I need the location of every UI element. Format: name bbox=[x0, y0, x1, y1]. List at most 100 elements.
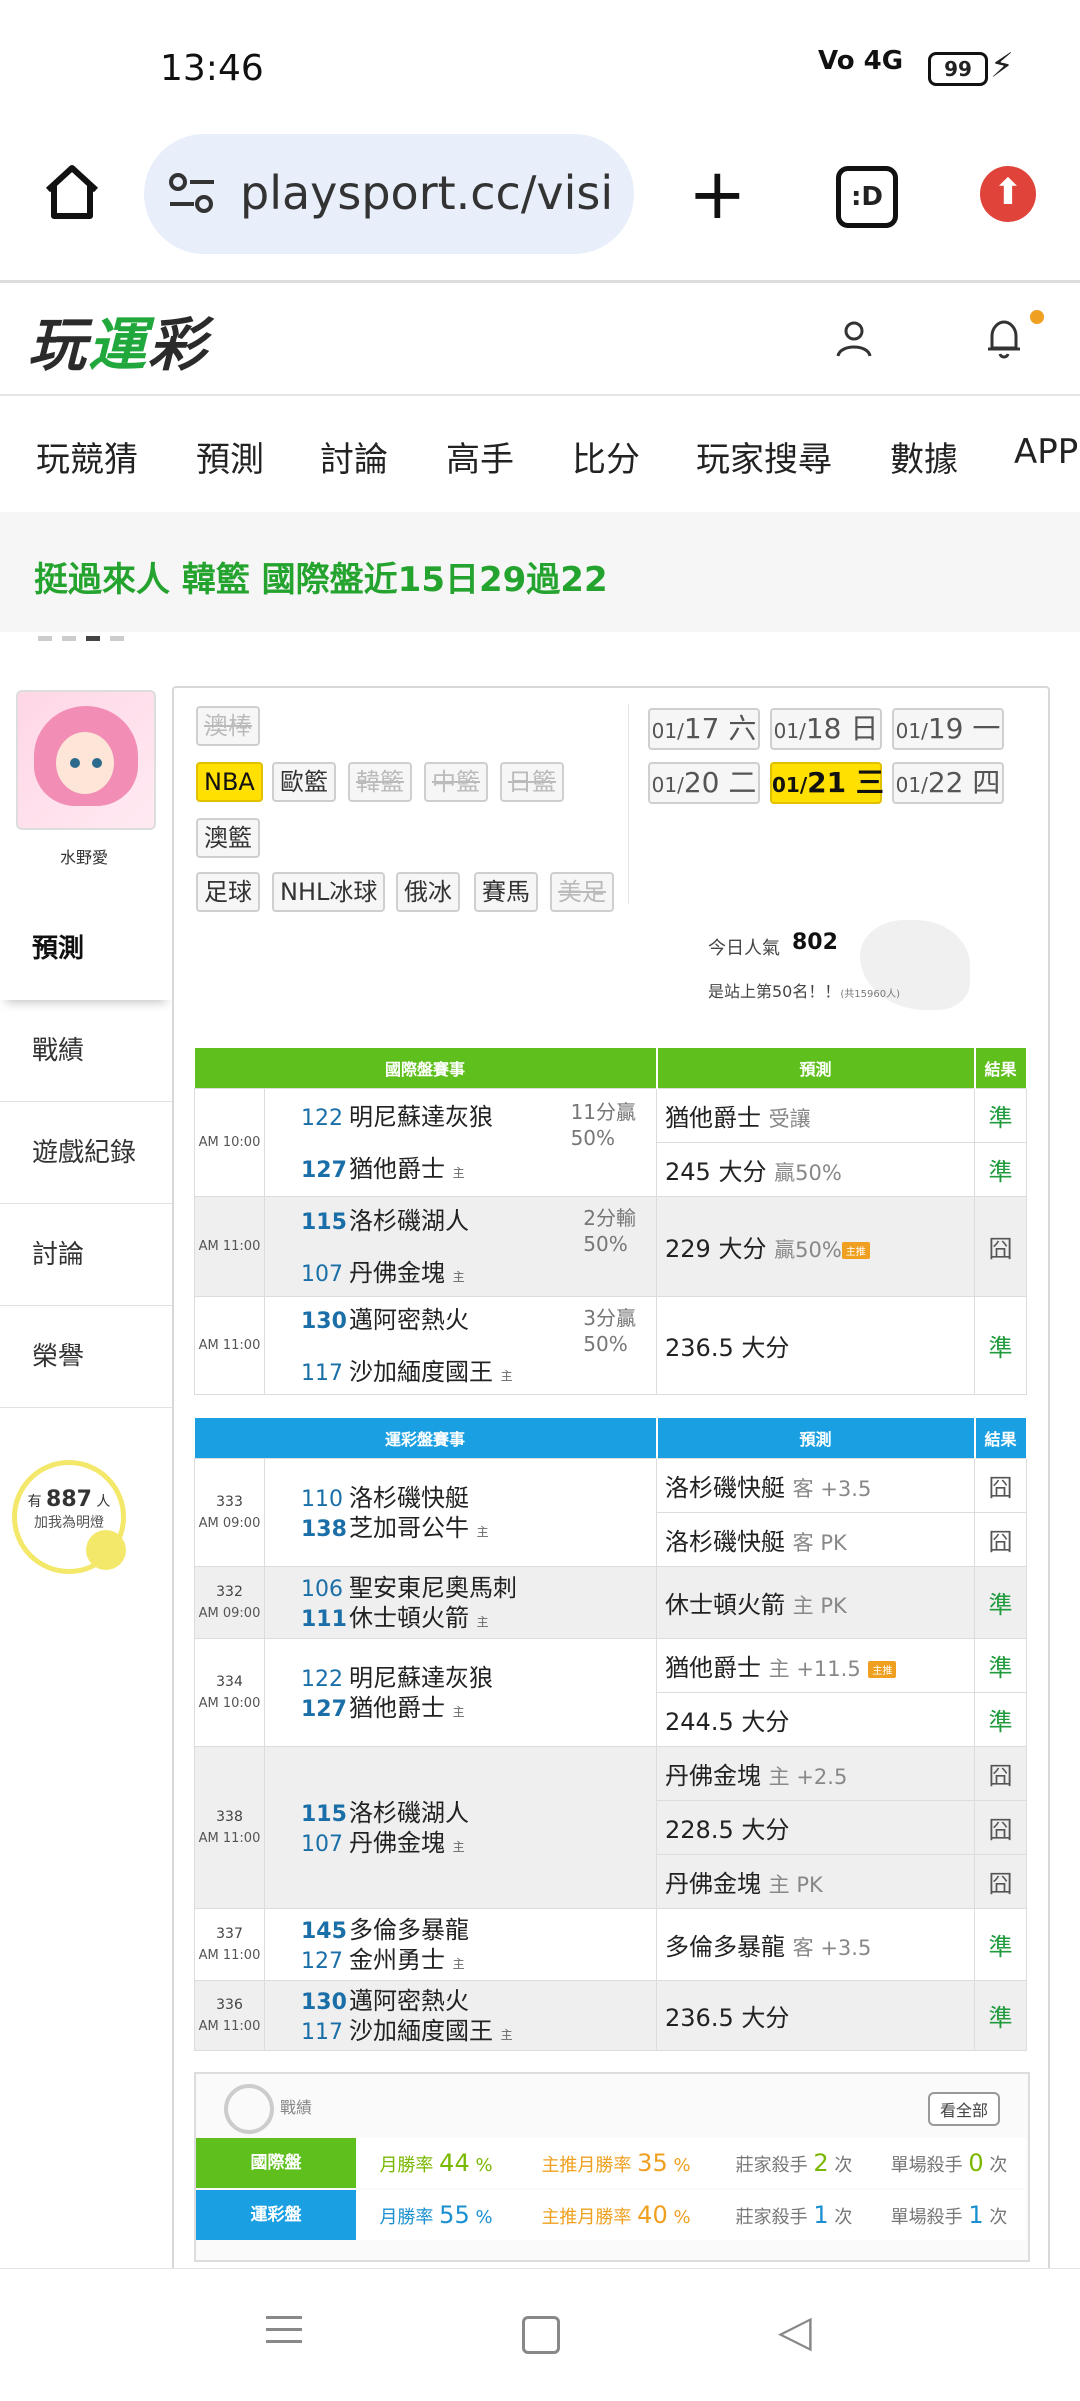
result-mark: 準 bbox=[974, 1692, 1028, 1747]
sport-chip: 美足 bbox=[550, 872, 614, 912]
sport-chip: 澳棒 bbox=[196, 706, 260, 746]
nav-item[interactable]: 高手 bbox=[446, 432, 514, 481]
month-win-rate: 月勝率 44 % bbox=[356, 2138, 517, 2188]
nav-item[interactable]: 玩競猜 bbox=[36, 432, 138, 481]
result-mark: 準 bbox=[974, 1908, 1028, 1981]
record-row-label: 國際盤 bbox=[196, 2138, 356, 2188]
month-win-rate: 月勝率 55 % bbox=[356, 2190, 517, 2240]
game-odds: 11分贏 50% bbox=[570, 1100, 637, 1150]
result-mark: 準 bbox=[974, 1142, 1028, 1197]
popularity-value: 802 bbox=[792, 930, 838, 955]
follow-cta: 加我為明燈 bbox=[34, 1515, 104, 1531]
table-header: 運彩盤賽事 bbox=[194, 1418, 658, 1459]
nav-item[interactable]: APP bbox=[1014, 432, 1078, 472]
notification-dot bbox=[1030, 310, 1044, 324]
date-chip[interactable]: 01/19 一 bbox=[892, 708, 1004, 750]
matchup[interactable]: 122 明尼蘇達灰狼 127猶他爵士 主 bbox=[263, 1638, 658, 1747]
side-menu-item-game-log[interactable]: 遊戲紀錄 bbox=[0, 1102, 172, 1204]
side-menu-item-record[interactable]: 戰績 bbox=[0, 1000, 172, 1102]
banner-text[interactable]: 挺過來人 韓籃 國際盤近15日29過22 bbox=[34, 552, 608, 601]
avatar[interactable] bbox=[16, 690, 156, 830]
back-icon[interactable]: ◁ bbox=[778, 2310, 812, 2354]
nav-item[interactable]: 數據 bbox=[890, 432, 958, 481]
game-time: 333 AM 09:00 bbox=[194, 1458, 265, 1567]
side-menu: 預測 戰績 遊戲紀錄 討論 榮譽 bbox=[0, 898, 172, 1408]
matchup[interactable]: 110 洛杉磯快艇 138芝加哥公牛 主 bbox=[263, 1458, 658, 1567]
game-time: 332 AM 09:00 bbox=[194, 1566, 265, 1639]
away-team: 110 洛杉磯快艇 bbox=[301, 1483, 469, 1512]
prediction-pick: 229 大分 贏50% 主推 bbox=[656, 1196, 976, 1297]
matchup[interactable]: 130邁阿密熱火 117 沙加緬度國王 主 bbox=[263, 1980, 658, 2051]
sport-chip-selected[interactable]: NBA bbox=[196, 762, 263, 802]
matchup[interactable]: 3分贏 50% 130邁阿密熱火 117 沙加緬度國王 主 bbox=[263, 1296, 658, 1395]
prediction-pick: 228.5 大分 bbox=[656, 1800, 976, 1855]
result-mark: 準 bbox=[974, 1980, 1028, 2051]
result-mark: 囧 bbox=[974, 1458, 1028, 1513]
target-icon bbox=[224, 2084, 274, 2134]
record-row-label: 運彩盤 bbox=[196, 2190, 356, 2240]
prediction-pick: 245 大分 贏50% bbox=[656, 1142, 976, 1197]
username[interactable]: 水野愛 bbox=[60, 844, 108, 868]
matchup[interactable]: 115洛杉磯湖人 107 丹佛金塊 主 bbox=[263, 1746, 658, 1909]
site-logo[interactable]: 玩運彩 bbox=[28, 298, 208, 382]
sport-chip: 日籃 bbox=[500, 762, 564, 802]
bell-icon[interactable] bbox=[984, 316, 1024, 360]
prediction-pick: 洛杉磯快艇 客 +3.5 bbox=[656, 1458, 976, 1513]
game-time: AM 10:00 bbox=[194, 1088, 265, 1197]
matchup[interactable]: 145多倫多暴龍 127 金州勇士 主 bbox=[263, 1908, 658, 1981]
date-chip[interactable]: 01/17 六 bbox=[648, 708, 760, 750]
logo-char: 彩 bbox=[148, 311, 209, 379]
sport-chip[interactable]: 澳籃 bbox=[196, 818, 260, 858]
date-chip-selected[interactable]: 01/21 三 bbox=[770, 762, 884, 804]
matchup[interactable]: 11分贏 50% 122 明尼蘇達灰狼 127猶他爵士 主 bbox=[263, 1088, 658, 1197]
date-chip[interactable]: 01/20 二 bbox=[648, 762, 760, 804]
prediction-pick: 休士頓火箭 主 PK bbox=[656, 1566, 976, 1639]
bookie-killer: 莊家殺手 1 次 bbox=[716, 2190, 873, 2240]
side-menu-item-predictions[interactable]: 預測 bbox=[0, 898, 172, 1000]
tab-switcher-icon[interactable]: :D bbox=[836, 166, 898, 228]
update-icon[interactable]: ⬆ bbox=[980, 166, 1036, 222]
lottery-prediction-table: 運彩盤賽事 預測 結果 333 AM 09:00 110 洛杉磯快艇 138芝加哥公… bbox=[194, 1418, 1028, 2051]
main-pick-win-rate: 主推月勝率 35 % bbox=[516, 2138, 717, 2188]
matchup[interactable]: 2分輸 50% 115洛杉磯湖人 107 丹佛金塊 主 bbox=[263, 1196, 658, 1297]
nav-item[interactable]: 預測 bbox=[196, 432, 264, 481]
side-menu-item-honors[interactable]: 榮譽 bbox=[0, 1306, 172, 1408]
browser-home-icon[interactable] bbox=[40, 160, 104, 224]
divider bbox=[0, 280, 1080, 283]
away-team: 115洛杉磯湖人 bbox=[301, 1798, 469, 1827]
home-button-icon[interactable] bbox=[522, 2316, 560, 2354]
sport-chip[interactable]: 歐籃 bbox=[272, 762, 336, 802]
recent-apps-icon[interactable] bbox=[266, 2316, 302, 2352]
prediction-pick: 猶他爵士 受讓 bbox=[656, 1088, 976, 1143]
carousel-dots bbox=[38, 626, 134, 645]
date-chip[interactable]: 01/22 四 bbox=[892, 762, 1004, 804]
table-header: 結果 bbox=[974, 1418, 1028, 1459]
matchup[interactable]: 106 聖安東尼奧馬刺 111休士頓火箭 主 bbox=[263, 1566, 658, 1639]
prediction-pick: 244.5 大分 bbox=[656, 1692, 976, 1747]
new-tab-icon[interactable]: + bbox=[688, 159, 747, 229]
prediction-pick: 236.5 大分 bbox=[656, 1980, 976, 2051]
site-settings-icon[interactable] bbox=[168, 172, 216, 216]
view-all-button[interactable]: 看全部 bbox=[928, 2092, 1001, 2126]
sport-chip[interactable]: 賽馬 bbox=[474, 872, 538, 912]
sport-chip[interactable]: 足球 bbox=[196, 872, 260, 912]
user-icon[interactable] bbox=[834, 318, 874, 358]
side-menu-item-discussion[interactable]: 討論 bbox=[0, 1204, 172, 1306]
main-pick-win-rate: 主推月勝率 40 % bbox=[516, 2190, 717, 2240]
home-team: 107 丹佛金塊 主 bbox=[301, 1828, 465, 1857]
prediction-pick: 丹佛金塊 主 PK bbox=[656, 1854, 976, 1909]
main-nav: 玩競猜 預測 討論 高手 比分 玩家搜尋 數據 APP bbox=[0, 394, 1080, 514]
nav-item[interactable]: 玩家搜尋 bbox=[696, 432, 832, 481]
address-url[interactable]: playsport.cc/visit bbox=[240, 166, 612, 220]
home-team: 127猶他爵士 主 bbox=[301, 1154, 465, 1183]
sport-chip[interactable]: 俄冰 bbox=[396, 872, 460, 912]
nav-item[interactable]: 比分 bbox=[572, 432, 640, 481]
prediction-pick: 猶他爵士 主 +11.5 主推 bbox=[656, 1638, 976, 1693]
nav-item[interactable]: 討論 bbox=[320, 432, 388, 481]
result-mark: 囧 bbox=[974, 1746, 1028, 1801]
lightbulb-icon bbox=[86, 1530, 126, 1570]
date-chip[interactable]: 01/18 日 bbox=[770, 708, 882, 750]
single-game-killer: 單場殺手 0 次 bbox=[872, 2138, 1026, 2188]
sport-chip[interactable]: NHL冰球 bbox=[272, 872, 386, 912]
intl-prediction-table: 國際盤賽事 預測 結果 AM 10:00 11分贏 50% 122 明尼蘇達灰狼 1… bbox=[194, 1048, 1028, 1395]
